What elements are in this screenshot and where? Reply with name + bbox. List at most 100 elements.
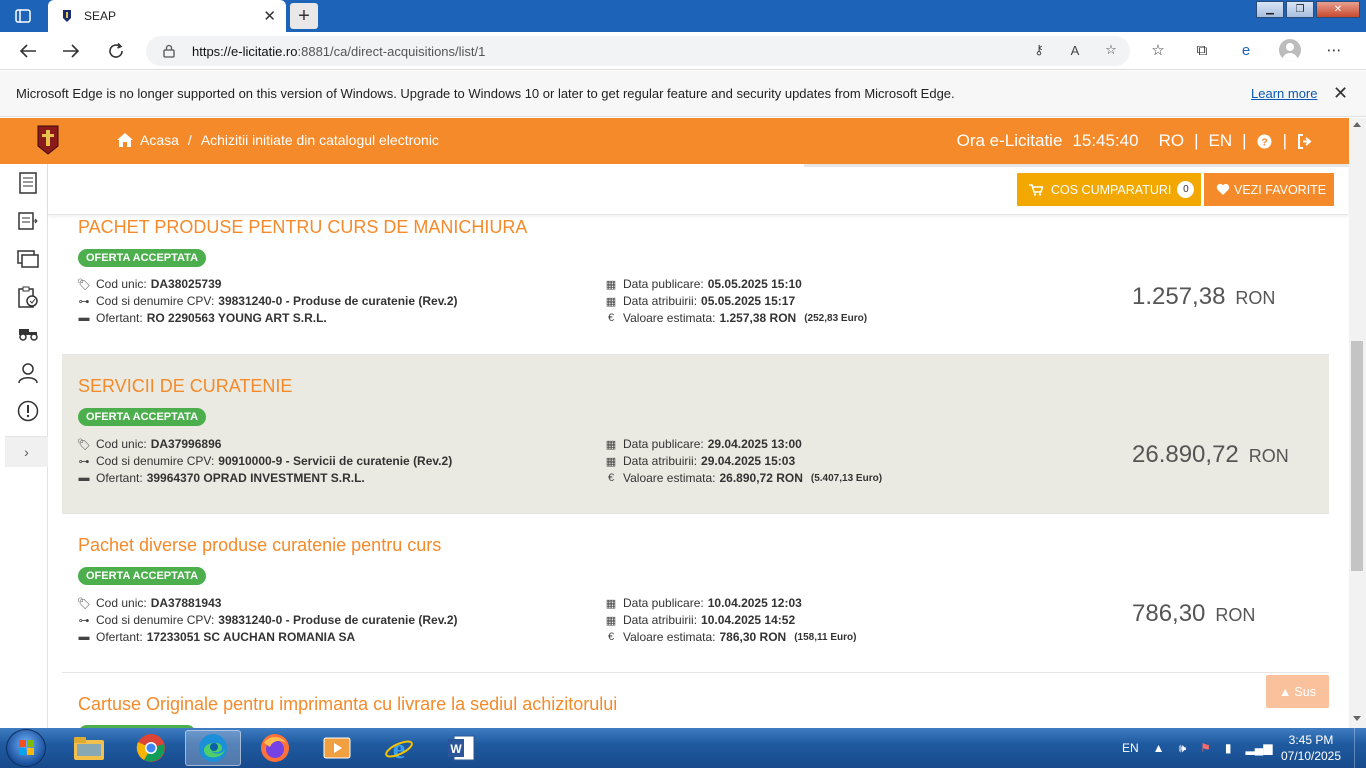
tab-close-icon[interactable]: ✕ — [263, 7, 276, 25]
scroll-down-icon[interactable] — [1353, 716, 1361, 721]
acquisitions-list: PACHET PRODUSE PENTRU CURS DE MANICHIURA… — [62, 215, 1329, 728]
acquisition-title[interactable]: SERVICII DE CURATENIE — [78, 376, 292, 397]
cod-unic-row: 🏷︎ Cod unic: DA38025739 — [77, 277, 222, 291]
volume-icon[interactable]: 🕪︎ — [1179, 741, 1187, 756]
firefox-taskbar-icon[interactable] — [247, 730, 303, 766]
forward-icon[interactable] — [58, 38, 84, 64]
infobar-close-icon[interactable]: ✕ — [1333, 83, 1348, 104]
sidebar: › — [5, 164, 48, 728]
status-badge: OFERTA ACCEPTATA — [78, 408, 207, 426]
data-publicare-row: ▦ Data publicare: 10.04.2025 12:03 — [605, 596, 802, 610]
status-badge: OFERTA ACCEPTATA — [78, 249, 207, 267]
view-favorites-button[interactable]: VEZI FAVORITE — [1204, 173, 1334, 206]
page-scrollbar[interactable] — [1349, 118, 1366, 728]
lock-icon — [163, 44, 175, 58]
infobar-message: Microsoft Edge is no longer supported on… — [16, 86, 955, 101]
learn-more-link[interactable]: Learn more — [1251, 86, 1317, 101]
help-icon[interactable]: ? — [1257, 133, 1273, 149]
sidebar-tractor-icon[interactable] — [17, 322, 39, 344]
tray-expand-icon[interactable]: ▲ — [1153, 741, 1165, 755]
flag-icon[interactable]: ⚑ — [1200, 741, 1211, 755]
language-indicator[interactable]: EN — [1122, 741, 1139, 755]
internet-explorer-taskbar-icon[interactable]: e — [371, 730, 427, 766]
chrome-taskbar-icon[interactable] — [123, 730, 179, 766]
more-menu-icon[interactable]: ⋯ — [1322, 38, 1346, 62]
tab-actions-icon[interactable] — [8, 5, 38, 27]
svg-text:e: e — [393, 734, 405, 763]
home-icon[interactable] — [116, 132, 134, 148]
sidebar-expand-icon[interactable]: › — [5, 437, 48, 467]
add-favorite-icon[interactable]: ☆ — [1102, 41, 1120, 59]
acquisition-title[interactable]: PACHET PRODUSE PENTRU CURS DE MANICHIURA — [78, 217, 527, 238]
media-player-taskbar-icon[interactable] — [309, 730, 365, 766]
key-icon[interactable]: ⚷ — [1030, 41, 1048, 59]
truck-icon: ▬ — [78, 312, 90, 324]
ofertant-row: ▬ Ofertant: RO 2290563 YOUNG ART S.R.L. — [78, 311, 327, 325]
word-taskbar-icon[interactable]: W — [433, 730, 489, 766]
edge-taskbar-icon[interactable] — [185, 730, 241, 766]
cart-count-badge: 0 — [1177, 181, 1195, 198]
collections-icon[interactable]: ⧉ — [1190, 38, 1214, 62]
acquisition-card: SERVICII DE CURATENIE OFERTA ACCEPTATA 🏷… — [62, 355, 1329, 514]
sidebar-contracts-icon[interactable] — [17, 286, 39, 308]
lang-ro-link[interactable]: RO — [1159, 131, 1185, 151]
network-icon[interactable]: ▂▄▆ — [1246, 741, 1273, 755]
acquisition-title[interactable]: Pachet diverse produse curatenie pentru … — [78, 535, 441, 556]
sidebar-alert-icon[interactable] — [17, 400, 39, 422]
euro-icon: € — [607, 472, 615, 484]
sidebar-document-icon[interactable] — [17, 172, 39, 194]
new-tab-button[interactable]: + — [290, 3, 318, 29]
seap-logo[interactable] — [36, 124, 60, 156]
maximize-button[interactable]: ❐ — [1286, 1, 1314, 18]
data-publicare-row: ▦ Data publicare: 29.04.2025 13:00 — [605, 437, 802, 451]
shopping-cart-button[interactable]: COS CUMPARATURI 0 — [1017, 173, 1201, 206]
browser-tab[interactable]: SEAP ✕ — [48, 0, 286, 32]
favorites-icon[interactable]: ☆ — [1146, 38, 1170, 62]
loading-progress — [804, 164, 1349, 167]
ie-mode-icon[interactable]: e — [1234, 38, 1258, 62]
taskbar-clock[interactable]: 3:45 PM 07/10/2025 — [1272, 732, 1350, 764]
start-button[interactable] — [6, 729, 46, 767]
sidebar-user-icon[interactable] — [17, 362, 39, 384]
cart-icon — [1029, 183, 1043, 196]
tag-icon: 🏷︎ — [77, 438, 91, 451]
breadcrumb-home[interactable]: Acasa — [140, 132, 179, 148]
power-icon[interactable]: ▮ — [1225, 741, 1232, 755]
clock-date: 07/10/2025 — [1280, 749, 1342, 763]
data-atribuirii-row: ▦ Data atribuirii: 29.04.2025 15:03 — [605, 454, 796, 468]
tab-title: SEAP — [84, 9, 117, 23]
url-bar[interactable]: https://e-licitatie.ro:8881/ca/direct-ac… — [146, 36, 1130, 66]
lang-en-link[interactable]: EN — [1209, 131, 1233, 151]
scroll-thumb[interactable] — [1351, 341, 1363, 571]
truck-icon: ▬ — [78, 472, 90, 484]
valoare-row: € Valoare estimata: 786,30 RON (158,11 Eu… — [605, 630, 857, 644]
calendar-icon: ▦ — [605, 597, 617, 610]
scroll-up-icon[interactable] — [1353, 122, 1361, 127]
price-value: 786,30 RON — [1132, 600, 1256, 627]
status-badge: OFERTA ACCEPTATA — [78, 567, 207, 585]
logout-icon[interactable] — [1297, 133, 1313, 149]
valoare-row: € Valoare estimata: 26.890,72 RON (5.407,… — [605, 471, 882, 485]
sitemap-icon: ⊶ — [78, 455, 90, 468]
cpv-row: ⊶ Cod si denumire CPV: 39831240-0 - Produ… — [78, 613, 458, 627]
acquisition-title[interactable]: Cartuse Originale pentru imprimanta cu l… — [78, 694, 617, 715]
minimize-button[interactable]: ▁ — [1256, 1, 1284, 18]
address-toolbar: https://e-licitatie.ro:8881/ca/direct-ac… — [0, 32, 1366, 70]
back-icon[interactable] — [15, 38, 41, 64]
header-right: Ora e-Licitatie 15:45:40 RO | EN | ? | — [957, 131, 1313, 151]
sidebar-catalog-icon[interactable] — [17, 248, 39, 270]
server-time-value: 15:45:40 — [1072, 131, 1139, 150]
header-separator: | — [1282, 131, 1287, 150]
scroll-to-top-button[interactable]: ▲ Sus — [1266, 675, 1329, 708]
show-desktop-button[interactable] — [1354, 728, 1366, 768]
close-window-button[interactable]: ✕ — [1316, 1, 1360, 18]
refresh-icon[interactable] — [103, 38, 129, 64]
sidebar-list-icon[interactable] — [17, 210, 39, 232]
breadcrumb-separator: / — [187, 132, 192, 148]
calendar-icon: ▦ — [605, 614, 617, 627]
chevron-up-icon: ▲ — [1279, 684, 1292, 699]
explorer-taskbar-icon[interactable] — [61, 730, 117, 766]
calendar-icon: ▦ — [605, 278, 617, 291]
read-aloud-icon[interactable]: A — [1066, 41, 1084, 59]
profile-avatar[interactable] — [1278, 38, 1302, 62]
